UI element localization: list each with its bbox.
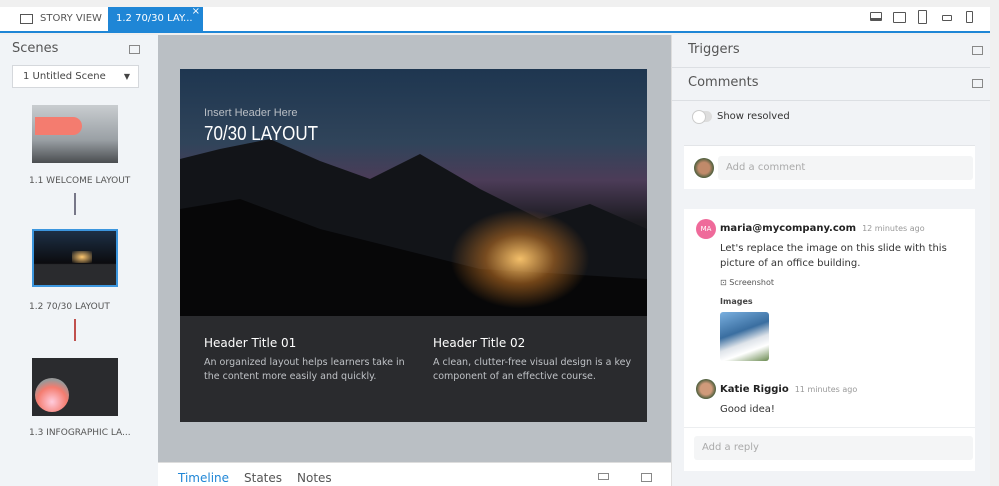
slide-label: 1.1 WELCOME LAYOUT xyxy=(29,176,131,186)
column2-heading: Header Title 02 xyxy=(433,336,526,350)
avatar xyxy=(696,379,716,399)
phone-portrait-icon[interactable] xyxy=(966,11,973,23)
divider xyxy=(684,427,975,428)
triggers-title: Triggers xyxy=(688,42,740,57)
slide-thumbnail-1[interactable] xyxy=(32,105,118,163)
reply-text: Good idea! xyxy=(720,404,775,415)
tab-current-slide[interactable]: 1.2 70/30 LAY... × xyxy=(108,6,203,31)
screenshot-link[interactable]: ⊡ Screenshot xyxy=(720,275,774,290)
author-name: Katie Riggio xyxy=(720,384,789,395)
slide[interactable]: Insert Header Here 70/30 LAYOUT Header T… xyxy=(180,69,647,422)
bottom-panel: Timeline States Notes xyxy=(158,462,671,486)
popout-icon[interactable] xyxy=(641,473,652,482)
tab-timeline[interactable]: Timeline xyxy=(178,471,229,485)
hierarchy-icon[interactable] xyxy=(598,473,609,480)
comment-text: Let's replace the image on this slide wi… xyxy=(720,243,947,269)
triggers-header[interactable]: Triggers xyxy=(672,35,991,68)
screenshot-label: Screenshot xyxy=(729,278,775,287)
tab-notes[interactable]: Notes xyxy=(297,471,332,485)
slide-title: 70/30 LAYOUT xyxy=(204,123,319,145)
slide-label: 1.3 INFOGRAPHIC LA... xyxy=(29,428,131,438)
scenes-panel: Scenes 1 Untitled Scene ▼ 1.1 WELCOME LAY… xyxy=(0,35,158,486)
top-tab-bar: STORY VIEW 1.2 70/30 LAY... × xyxy=(0,6,990,33)
comments-title: Comments xyxy=(688,75,759,90)
reply-author: Katie Riggio 11 minutes ago xyxy=(720,384,857,395)
tablet-portrait-icon[interactable] xyxy=(918,10,927,24)
popout-icon[interactable] xyxy=(129,45,140,54)
tab-label: 1.2 70/30 LAY... xyxy=(116,13,193,24)
tab-label: STORY VIEW xyxy=(40,13,102,24)
show-resolved-toggle[interactable] xyxy=(692,110,712,124)
column1-heading: Header Title 01 xyxy=(204,336,297,350)
close-icon[interactable]: × xyxy=(192,0,200,24)
slide-subtitle: Insert Header Here xyxy=(204,107,298,119)
lit-monastery xyxy=(450,209,590,309)
tablet-landscape-icon[interactable] xyxy=(893,12,906,23)
reply-time: 11 minutes ago xyxy=(794,385,858,394)
scene-select-value: 1 Untitled Scene xyxy=(23,71,106,82)
laptop-icon[interactable] xyxy=(870,12,882,21)
scene-select[interactable]: 1 Untitled Scene ▼ xyxy=(12,65,139,88)
scrollbar[interactable] xyxy=(990,33,999,486)
arrow-down-icon xyxy=(74,319,76,341)
column2-body: A clean, clutter-free visual design is a… xyxy=(433,357,632,382)
slide-thumbnail-3[interactable] xyxy=(32,358,118,416)
tab-states[interactable]: States xyxy=(244,471,282,485)
avatar: MA xyxy=(696,219,716,239)
comment-time: 12 minutes ago xyxy=(862,224,925,233)
new-comment-card: Add a comment xyxy=(684,145,975,189)
right-panel: Triggers Comments Show resolved Add a co… xyxy=(671,35,991,486)
show-resolved-label: Show resolved xyxy=(717,111,790,122)
column1-body: An organized layout helps learners take … xyxy=(204,357,405,382)
slide-thumbnail-2[interactable] xyxy=(32,229,118,287)
author-name: maria@mycompany.com xyxy=(720,223,857,234)
comments-header[interactable]: Comments xyxy=(672,68,991,101)
tab-story-view[interactable]: STORY VIEW xyxy=(18,7,118,31)
popout-icon[interactable] xyxy=(972,79,983,88)
slide-label: 1.2 70/30 LAYOUT xyxy=(29,302,110,312)
scenes-title: Scenes xyxy=(12,41,59,56)
chevron-down-icon: ▼ xyxy=(123,72,130,81)
office-building-image[interactable] xyxy=(720,312,769,361)
comment-thread: MA maria@mycompany.com 12 minutes ago Let… xyxy=(684,209,975,471)
add-comment-input[interactable]: Add a comment xyxy=(718,156,973,180)
comment-author: maria@mycompany.com 12 minutes ago xyxy=(720,223,925,234)
arrow-down-icon xyxy=(74,193,76,215)
user-avatar xyxy=(694,158,714,178)
images-label: Images xyxy=(720,297,753,306)
add-reply-input[interactable]: Add a reply xyxy=(694,436,973,460)
phone-landscape-icon[interactable] xyxy=(942,15,952,21)
slide-canvas: Insert Header Here 70/30 LAYOUT Header T… xyxy=(158,35,671,462)
popout-icon[interactable] xyxy=(972,46,983,55)
story-view-icon xyxy=(20,14,33,24)
